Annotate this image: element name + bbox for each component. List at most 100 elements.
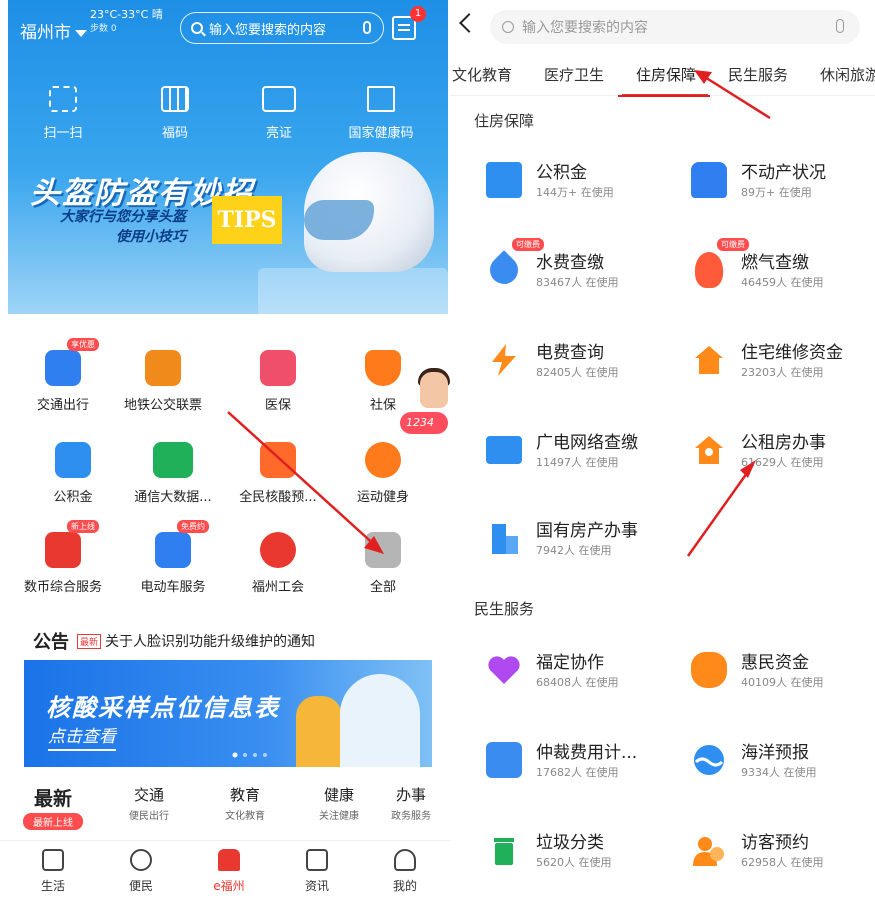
service-name: 公租房办事 [741,433,826,453]
right-screen: 输入您要搜索的内容 文化教育 医疗卫生 住房保障 民生服务 休闲旅游 住房保障 … [450,0,875,905]
category-education[interactable]: 教育 文化教育 [200,784,290,822]
grid-label: 通信大数据... [134,490,212,505]
nucleic-ad-banner[interactable]: 核酸采样点位信息表 点击查看 [24,660,432,767]
service-item-maintenance-fund[interactable]: 住宅维修资金 23203人 在使用 [655,332,855,392]
grid-label: 全部 [369,580,396,595]
tab-efuzhou[interactable]: e福州 [194,849,264,894]
service-item-garbage-sorting[interactable]: 垃圾分类 5620人 在使用 [450,822,650,882]
grid-item-digital-currency[interactable]: 新上线 数币综合服务 [8,520,118,595]
notice-bar[interactable]: 公告 最新 关于人脸识别功能升级维护的通知 [33,628,315,654]
service-item-fuding-collab[interactable]: 福定协作 68408人 在使用 [450,642,650,702]
category-title: 交通 [133,786,164,804]
category-sub: 关注健康 [319,811,359,822]
visitor-icon [693,837,724,866]
service-name: 仲裁费用计... [536,743,638,763]
quick-action-fucode[interactable]: 福码 [130,86,220,141]
heart-hands-icon [488,656,520,684]
left-screen: 福州市 23°C-33°C 晴 步数 0 输入您要搜索的内容 1 扫一扫 福码 [0,0,450,905]
category-latest[interactable]: 最新 最新上线 [8,784,98,830]
grid-label: 福州工会 [251,580,304,595]
category-title: 健康 [323,786,354,804]
service-usage: 144万+ 在使用 [536,186,614,199]
quick-actions: 扫一扫 福码 亮证 国家健康码 [8,86,448,156]
service-item-ocean-forecast[interactable]: 海洋预报 9334人 在使用 [655,732,855,792]
search-input[interactable]: 输入您要搜索的内容 [180,12,384,44]
category-sub: 最新上线 [23,813,83,830]
assistant-avatar[interactable] [420,372,448,408]
back-arrow-icon[interactable] [459,13,479,33]
tab-news[interactable]: 资讯 [282,849,352,894]
service-item-gas-fee[interactable]: 可缴费 燃气查缴 46459人 在使用 [655,238,855,302]
service-item-electricity[interactable]: 电费查询 82405人 在使用 [450,332,650,392]
top-bar: 福州市 23°C-33°C 晴 步数 0 输入您要搜索的内容 1 [8,0,448,60]
carousel-dots [232,752,267,758]
grid-label: 全民核酸预... [239,490,317,505]
tab-life[interactable]: 生活 [18,849,88,894]
service-name: 福定协作 [536,653,604,673]
category-transport[interactable]: 交通 便民出行 [104,784,194,822]
microphone-icon[interactable] [363,21,371,34]
grid-item-sports[interactable]: 运动健身 [328,442,438,505]
service-name: 燃气查缴 [741,253,809,273]
yuan-card-icon [486,162,522,198]
service-item-state-property[interactable]: 国有房产办事 7942人 在使用 [450,510,650,570]
yuan-card-icon [55,442,91,478]
service-item-public-rental[interactable]: 公租房办事 61629人 在使用 [655,422,855,482]
quick-action-label: 扫一扫 [43,126,83,141]
service-usage: 40109人 在使用 [741,676,824,689]
assistant-hotline-pill[interactable]: 1234 [400,412,448,434]
tab-medical[interactable]: 医疗卫生 [544,64,604,85]
grid-item-metro-bus-ticket[interactable]: 地铁公交联票 [108,350,218,413]
category-health[interactable]: 健康 关注健康 [294,784,384,822]
service-item-water-fee[interactable]: 可缴费 水费查缴 83467人 在使用 [450,238,650,302]
quick-action-label: 福码 [161,126,188,141]
service-item-cable-tv[interactable]: 广电网络查缴 11497人 在使用 [450,422,650,482]
all-apps-icon [365,532,401,568]
notice-badge: 最新 [77,633,102,649]
grid-item-telecom-data[interactable]: 通信大数据... [118,442,228,505]
grid-item-trade-union[interactable]: 福州工会 [223,532,333,595]
grid-item-ebike-service[interactable]: 免费约 电动车服务 [118,520,228,595]
microphone-icon[interactable] [836,19,844,33]
grid-item-medical-insurance[interactable]: 医保 [223,350,333,413]
service-grid: 享优惠 交通出行 地铁公交联票 医保 社保 公积金 通信大数据... 全民核酸预… [8,338,448,610]
quick-action-show-id[interactable]: 亮证 [234,86,324,141]
service-item-visitor-booking[interactable]: 访客预约 62958人 在使用 [655,822,855,882]
calculator-icon [486,742,522,778]
search-input[interactable]: 输入您要搜索的内容 [490,10,860,44]
service-name: 不动产状况 [741,163,826,183]
service-item-benefit-funds[interactable]: 惠民资金 40109人 在使用 [655,642,855,702]
bottom-tabbar: 生活 便民 e福州 资讯 我的 [0,840,450,905]
ad-link[interactable]: 点击查看 [48,722,116,751]
flame-icon [695,252,723,288]
grid-tag: 享优惠 [67,338,99,351]
tab-culture-education[interactable]: 文化教育 [452,64,512,85]
service-item-real-estate[interactable]: 不动产状况 89万+ 在使用 [655,152,855,212]
tab-housing[interactable]: 住房保障 [636,64,696,85]
city-label: 福州市 [20,23,71,43]
service-item-arbitration-fee[interactable]: 仲裁费用计... 17682人 在使用 [450,732,650,792]
grid-item-housing-fund[interactable]: 公积金 [18,442,128,505]
service-usage: 68408人 在使用 [536,676,619,689]
tab-convenience[interactable]: 便民 [106,849,176,894]
quick-action-health-code[interactable]: 国家健康码 [336,86,426,141]
tab-livelihood[interactable]: 民生服务 [728,64,788,85]
tab-label: 便民 [128,879,153,893]
grid-item-all[interactable]: 全部 [328,532,438,595]
category-affairs[interactable]: 办事 政务服务 [374,784,448,822]
city-selector[interactable]: 福州市 [20,18,87,43]
tab-leisure[interactable]: 休闲旅游 [820,64,875,85]
home-icon [218,849,240,871]
tab-mine[interactable]: 我的 [370,849,440,894]
ad-title: 核酸采样点位信息表 [46,694,280,722]
health-code-icon [367,86,395,112]
grid-label: 社保 [369,398,396,413]
money-bag-icon [691,652,727,688]
category-sub: 文化教育 [225,811,265,822]
grid-item-transport[interactable]: 享优惠 交通出行 [8,338,118,413]
service-item-housing-fund[interactable]: 公积金 144万+ 在使用 [450,152,650,212]
scooter-icon: 免费约 [155,520,209,568]
service-usage: 62958人 在使用 [741,856,824,869]
quick-action-scan[interactable]: 扫一扫 [18,86,108,141]
grid-item-nucleic-test[interactable]: 全民核酸预... [223,442,333,505]
